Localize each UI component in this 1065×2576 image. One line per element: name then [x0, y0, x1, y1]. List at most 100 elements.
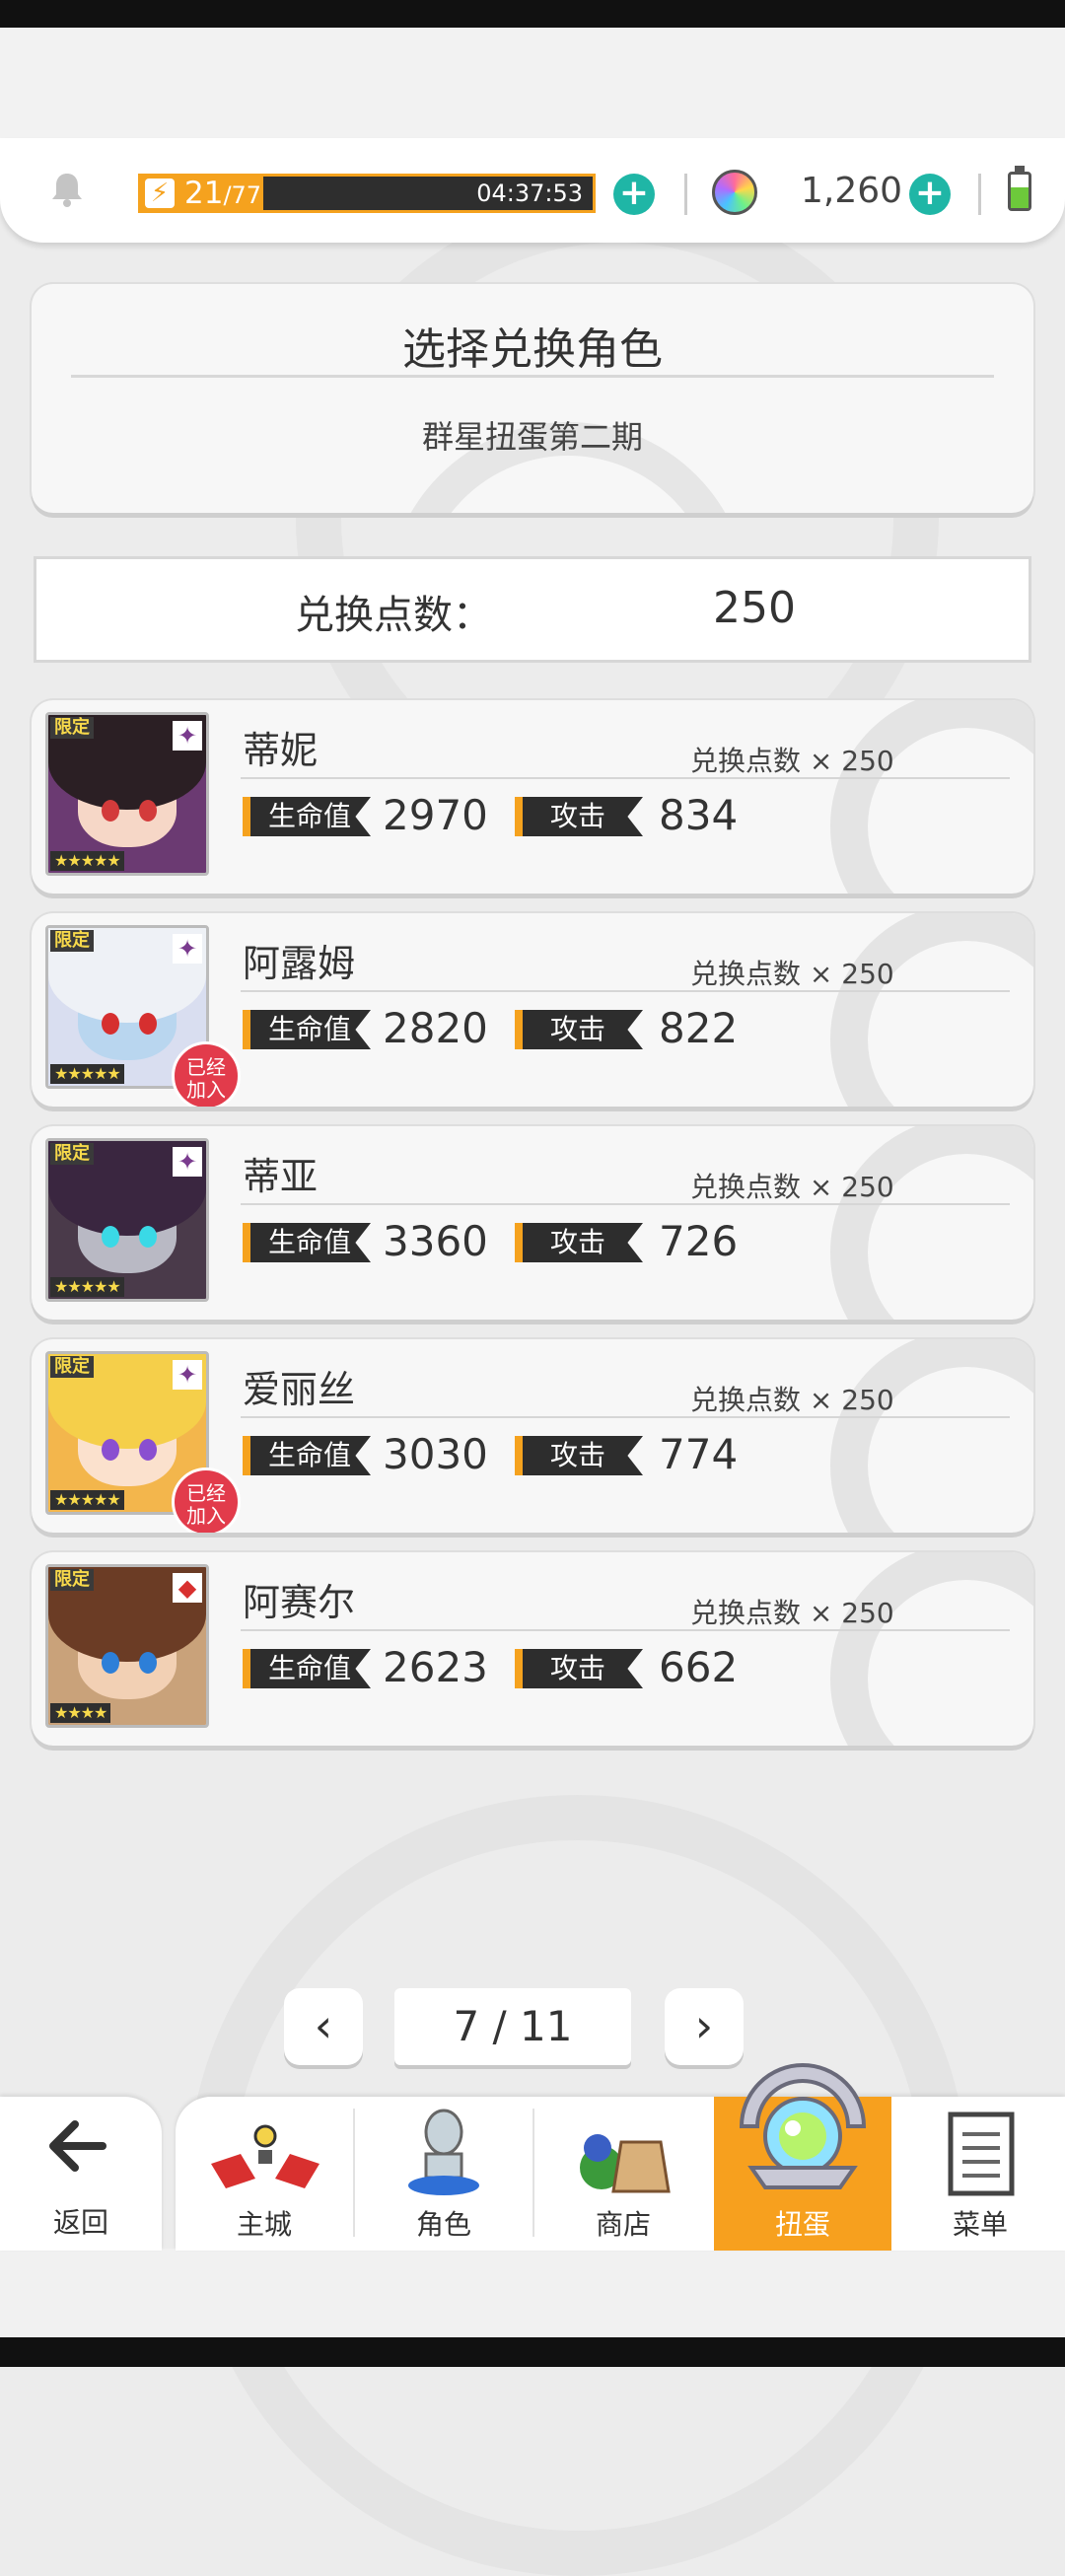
nav-menu[interactable]: 菜单 [891, 2097, 1065, 2251]
atk-label: 攻击 [515, 1649, 643, 1688]
hp-value: 2970 [383, 791, 488, 839]
nav-characters[interactable]: 角色 [355, 2097, 532, 2251]
portrait-eye [139, 800, 157, 822]
divider [684, 174, 687, 215]
portrait-eye [102, 800, 119, 822]
menu-icon [947, 2111, 1016, 2201]
stamina-value: 21/77 [184, 177, 261, 212]
chevron-right-icon: › [694, 1999, 714, 2052]
nav-gacha-label: 扭蛋 [774, 2208, 830, 2241]
previous-page-button[interactable]: ‹ [284, 1988, 363, 2065]
name-divider [241, 1416, 1010, 1418]
add-gems-button[interactable]: + [909, 174, 951, 215]
nav-town-label: 主城 [236, 2208, 292, 2241]
hp-value: 3360 [383, 1217, 488, 1265]
cost-value: 250 [841, 745, 894, 777]
page-title: 选择兑换角色 [402, 324, 663, 375]
nav-menu-label: 菜单 [952, 2208, 1008, 2241]
hp-label: 生命值 [243, 1010, 371, 1049]
exchange-cost: 兑换点数 × 250 [690, 1592, 894, 1631]
nav-gacha[interactable]: 扭蛋 [714, 2062, 891, 2251]
bottom-nav: 主城 角色 商店 扭蛋 菜单 [176, 2062, 1065, 2251]
character-row[interactable]: 限定 ✦ ★★★★★ 爱丽丝 兑换点数 × 250 生命值 3030 攻击 77… [32, 1339, 1033, 1533]
character-icon [406, 2103, 481, 2201]
cost-prefix: 兑换点数 × [690, 1171, 842, 1203]
page-subtitle: 群星扭蛋第二期 [421, 418, 643, 456]
shop-icon [572, 2118, 674, 2201]
rarity-stars: ★★★★★ [50, 1277, 124, 1297]
portrait-eye [139, 1652, 157, 1674]
exchange-cost: 兑换点数 × 250 [690, 953, 894, 992]
gem-count: 1,260 [801, 171, 903, 211]
battery-level [1011, 187, 1029, 208]
hp-label: 生命值 [243, 1436, 371, 1475]
row-watermark [830, 1552, 1033, 1746]
dark-element-icon: ✦ [173, 721, 202, 751]
cost-value: 250 [841, 1384, 894, 1416]
exchange-cost: 兑换点数 × 250 [690, 1379, 894, 1418]
hp-label: 生命值 [243, 1223, 371, 1262]
chevron-left-icon: ‹ [314, 1999, 333, 2052]
cost-value: 250 [841, 1171, 894, 1203]
next-page-button[interactable]: › [665, 1988, 744, 2065]
portrait-eye [139, 1013, 157, 1035]
portrait-eye [102, 1013, 119, 1035]
atk-value: 834 [659, 791, 739, 839]
system-nav-bar [0, 2337, 1065, 2367]
add-stamina-button[interactable]: + [613, 174, 655, 215]
character-row[interactable]: 限定 ✦ ★★★★★ 蒂妮 兑换点数 × 250 生命值 2970 攻击 834 [32, 700, 1033, 894]
limited-badge: 限定 [50, 1143, 94, 1165]
character-name: 蒂妮 [243, 729, 319, 772]
character-name: 蒂亚 [243, 1155, 319, 1198]
row-watermark [830, 1126, 1033, 1320]
cost-prefix: 兑换点数 × [690, 958, 842, 990]
gem-icon [712, 170, 757, 215]
atk-value: 662 [659, 1643, 739, 1691]
name-divider [241, 1629, 1010, 1631]
rarity-stars: ★★★★ [50, 1703, 111, 1723]
cost-prefix: 兑换点数 × [690, 745, 842, 777]
back-button[interactable]: 返回 [0, 2097, 162, 2251]
cost-value: 250 [841, 1597, 894, 1629]
character-row[interactable]: 限定 ✦ ★★★★★ 阿露姆 兑换点数 × 250 生命值 2820 攻击 82… [32, 913, 1033, 1107]
rarity-stars: ★★★★★ [50, 1064, 124, 1084]
atk-label: 攻击 [515, 797, 643, 836]
hp-value: 2623 [383, 1643, 488, 1691]
character-name: 阿露姆 [243, 942, 356, 985]
joined-badge: 已经 加入 [172, 1041, 241, 1107]
gacha-icon [728, 2059, 878, 2201]
points-label: 兑换点数： [295, 593, 492, 638]
stamina-timer: 04:37:53 [476, 179, 583, 207]
dark-element-icon: ✦ [173, 1147, 202, 1177]
stamina-bar: ⚡ 21/77 04:37:53 [138, 174, 596, 213]
page-indicator: 7 / 11 [394, 1988, 631, 2065]
back-label: 返回 [52, 2206, 108, 2239]
character-name: 爱丽丝 [243, 1368, 356, 1411]
hp-label: 生命值 [243, 797, 371, 836]
name-divider [241, 990, 1010, 992]
nav-shop[interactable]: 商店 [534, 2097, 712, 2251]
hp-value: 3030 [383, 1430, 488, 1478]
atk-value: 774 [659, 1430, 739, 1478]
portrait-eye [102, 1226, 119, 1248]
row-watermark [830, 1339, 1033, 1533]
bell-icon[interactable] [47, 170, 87, 209]
row-watermark [830, 700, 1033, 894]
dark-element-icon: ✦ [173, 934, 202, 964]
limited-badge: 限定 [50, 717, 94, 739]
cost-value: 250 [841, 958, 894, 990]
atk-value: 726 [659, 1217, 739, 1265]
stamina-current: 21 [184, 176, 224, 211]
nav-shop-label: 商店 [595, 2208, 651, 2241]
character-row[interactable]: 限定 ✦ ★★★★★ 蒂亚 兑换点数 × 250 生命值 3360 攻击 726 [32, 1126, 1033, 1320]
bottom-spacer [0, 2249, 1065, 2337]
character-portrait: 限定 ◆ ★★★★ [45, 1564, 209, 1728]
lightning-icon: ⚡ [145, 179, 175, 208]
character-row[interactable]: 限定 ◆ ★★★★ 阿赛尔 兑换点数 × 250 生命值 2623 攻击 662 [32, 1552, 1033, 1746]
atk-value: 822 [659, 1004, 739, 1052]
exchange-points-box: 兑换点数： 250 [34, 556, 1031, 663]
town-icon [211, 2124, 320, 2197]
portrait-eye [139, 1439, 157, 1461]
nav-town[interactable]: 主城 [176, 2097, 353, 2251]
joined-badge: 已经 加入 [172, 1467, 241, 1533]
